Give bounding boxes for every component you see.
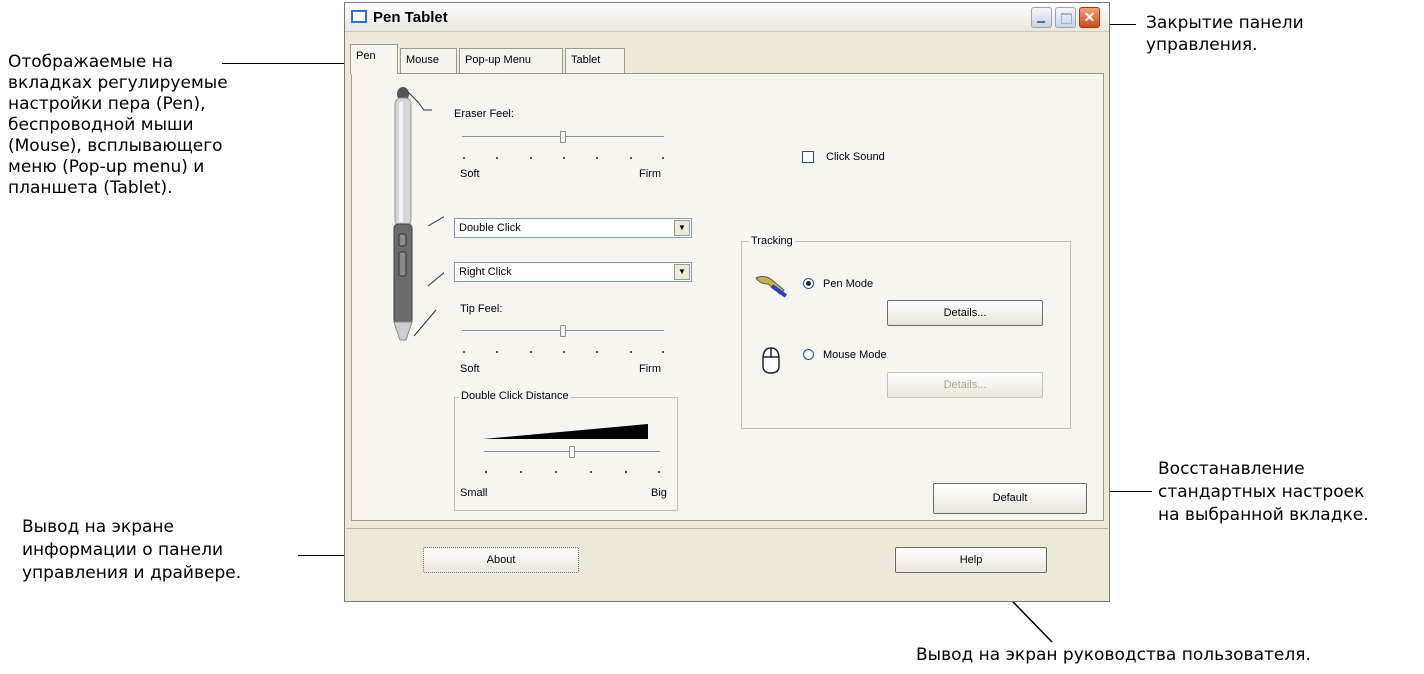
tab-mouse[interactable]: Mouse (400, 48, 457, 73)
close-button[interactable]: ✕ (1079, 7, 1100, 28)
tab-tablet[interactable]: Tablet (565, 48, 625, 73)
slider-tick (520, 471, 522, 473)
window-title: Pen Tablet (373, 9, 448, 26)
slider-tick (530, 351, 532, 353)
slider-tick (530, 157, 532, 159)
mouse-mode-radio[interactable] (803, 349, 814, 360)
slider-tick (662, 351, 664, 353)
tab-popup-menu[interactable]: Pop-up Menu (459, 48, 563, 73)
slider-tick (625, 471, 627, 473)
eraser-feel-slider[interactable] (560, 131, 566, 143)
tip-feel-label: Tip Feel: (460, 303, 503, 315)
slider-tick (596, 351, 598, 353)
tab-pen[interactable]: Pen (350, 44, 398, 74)
pen-mode-radio[interactable] (803, 278, 814, 289)
footer-divider (346, 528, 1108, 529)
slider-tick (563, 351, 565, 353)
slider-tick (662, 157, 664, 159)
slider-tick (563, 157, 565, 159)
close-icon: ✕ (1083, 9, 1096, 25)
slider-tick (555, 471, 557, 473)
maximize-button[interactable] (1055, 7, 1076, 28)
click-sound-label: Click Sound (826, 151, 885, 163)
window-icon (351, 10, 367, 23)
double-click-distance-min-label: Small (460, 487, 488, 499)
tip-feel-min-label: Soft (460, 363, 480, 375)
double-click-distance-label: Double Click Distance (459, 390, 571, 402)
about-button[interactable]: About (423, 547, 579, 573)
minimize-button[interactable] (1031, 7, 1052, 28)
slider-tick (590, 471, 592, 473)
tracking-group (741, 241, 1071, 429)
pen-mode-label: Pen Mode (823, 278, 874, 290)
mouse-mode-label: Mouse Mode (823, 349, 887, 361)
double-click-distance-max-label: Big (651, 487, 667, 499)
slider-tick (496, 351, 498, 353)
click-sound-checkbox[interactable] (802, 151, 814, 163)
tip-feel-slider[interactable] (560, 325, 566, 337)
pen-mode-icon (755, 275, 788, 298)
upper-side-switch-value: Double Click (459, 222, 521, 234)
default-button[interactable]: Default (933, 483, 1087, 514)
mouse-mode-details-button[interactable]: Details... (887, 372, 1043, 398)
eraser-feel-max-label: Firm (639, 168, 661, 180)
dropdown-arrow-icon[interactable]: ▼ (674, 220, 690, 236)
slider-tick (496, 157, 498, 159)
tip-feel-max-label: Firm (639, 363, 661, 375)
lower-side-switch-select[interactable]: Right Click ▼ (454, 262, 692, 282)
double-click-distance-slider[interactable] (569, 446, 575, 458)
distance-wedge-graphic (483, 424, 648, 439)
upper-side-switch-select[interactable]: Double Click ▼ (454, 218, 692, 238)
pen-mode-details-button[interactable]: Details... (887, 300, 1043, 326)
slider-tick (658, 471, 660, 473)
title-bar[interactable]: Pen Tablet ✕ (345, 3, 1109, 32)
pen-illustration (393, 87, 444, 341)
slider-tick (630, 157, 632, 159)
eraser-feel-label: Eraser Feel: (454, 108, 514, 120)
slider-tick (485, 471, 487, 473)
slider-tick (630, 351, 632, 353)
help-button[interactable]: Help (895, 547, 1047, 573)
dropdown-arrow-icon[interactable]: ▼ (674, 264, 690, 280)
slider-tick (463, 351, 465, 353)
eraser-feel-min-label: Soft (460, 168, 480, 180)
mouse-mode-icon (762, 347, 780, 374)
lower-side-switch-value: Right Click (459, 266, 512, 278)
slider-tick (596, 157, 598, 159)
slider-tick (463, 157, 465, 159)
tracking-label: Tracking (749, 235, 795, 247)
double-click-distance-group (454, 397, 678, 511)
